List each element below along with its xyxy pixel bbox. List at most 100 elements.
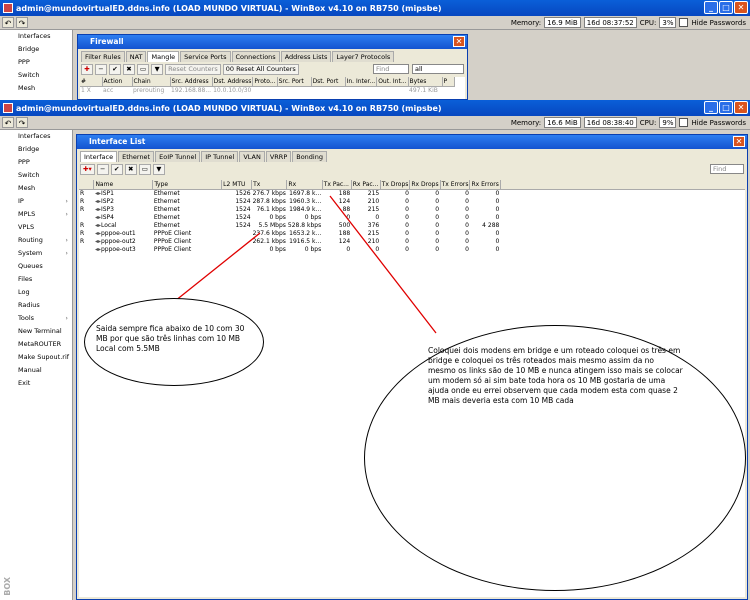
- sidebar-item-log[interactable]: Log: [0, 286, 72, 299]
- table-row[interactable]: R ◂▸pppoe-out2 PPPoE Client 262.1 kbps 1916.…: [79, 238, 745, 246]
- filter-icon[interactable]: ▼: [151, 64, 164, 75]
- hide-passwords-checkbox[interactable]: [679, 18, 689, 27]
- sidebar-item-queues[interactable]: Queues: [0, 260, 72, 273]
- filter-icon[interactable]: ▼: [152, 164, 165, 175]
- remove-icon[interactable]: −: [96, 164, 109, 175]
- undo-icon[interactable]: ↶: [2, 117, 14, 128]
- sidebar-item-switch[interactable]: Switch: [0, 69, 72, 82]
- sidebar-item-radius[interactable]: Radius: [0, 299, 72, 312]
- sidebar-item-manual[interactable]: Manual: [0, 364, 72, 377]
- sidebar-item-bridge[interactable]: Bridge: [0, 43, 72, 56]
- col-rx-packets[interactable]: Rx Pac...: [351, 180, 381, 190]
- redo-icon[interactable]: ↷: [16, 117, 28, 128]
- col-out-interface[interactable]: Out. Int...: [376, 77, 409, 87]
- comment-icon[interactable]: ▭: [138, 164, 151, 175]
- col-p[interactable]: P: [442, 77, 455, 87]
- table-row[interactable]: R ◂▸pppoe-out1 PPPoE Client 237.6 kbps 1653.…: [79, 230, 745, 238]
- interface-list-title-bar[interactable]: Interface List ✕: [77, 135, 747, 149]
- sidebar-item-interfaces[interactable]: Interfaces: [0, 30, 72, 43]
- tab-vrrp[interactable]: VRRP: [265, 151, 292, 162]
- tab-layer7-protocols[interactable]: Layer7 Protocols: [332, 51, 395, 62]
- col-dst-port[interactable]: Dst. Port: [311, 77, 346, 87]
- tab-ip-tunnel[interactable]: IP Tunnel: [201, 151, 239, 162]
- tab-address-lists[interactable]: Address Lists: [280, 51, 332, 62]
- minimize-button[interactable]: _: [704, 101, 718, 114]
- sidebar-item-exit[interactable]: Exit: [0, 377, 72, 390]
- sidebar-item-vpls[interactable]: VPLS: [0, 221, 72, 234]
- table-row[interactable]: ◂▸ISP4 Ethernet 1524 0 bps 0 bps 0 0 0 0 0 0: [79, 214, 745, 222]
- sidebar-item-mpls[interactable]: MPLS ›: [0, 208, 72, 221]
- undo-icon[interactable]: ↶: [2, 17, 14, 28]
- firewall-find-input[interactable]: Find: [373, 64, 409, 74]
- col-tx-errors[interactable]: Tx Errors: [440, 180, 471, 190]
- tab-mangle[interactable]: Mangle: [147, 51, 180, 62]
- table-row[interactable]: R ◂▸ISP3 Ethernet 1524 76.1 kbps 1984.9 k... 8…: [79, 206, 745, 214]
- sidebar-item-ppp[interactable]: PPP: [0, 56, 72, 69]
- interface-find-input[interactable]: Find: [710, 164, 744, 174]
- col-rx[interactable]: Rx: [286, 180, 323, 190]
- close-button[interactable]: ✕: [734, 1, 748, 14]
- remove-icon[interactable]: −: [95, 64, 107, 75]
- disable-icon[interactable]: ✖: [123, 64, 135, 75]
- reset-counters-button[interactable]: Reset Counters: [165, 64, 221, 75]
- tab-filter-rules[interactable]: Filter Rules: [81, 51, 125, 62]
- sidebar-item-tools[interactable]: Tools ›: [0, 312, 72, 325]
- sidebar-item-metarouter[interactable]: MetaROUTER: [0, 338, 72, 351]
- col-name[interactable]: Name: [93, 180, 154, 190]
- table-row[interactable]: R ◂▸Local Ethernet 1524 5.5 Mbps 528.8 kbps 50…: [79, 222, 745, 230]
- sidebar-item-ip[interactable]: IP ›: [0, 195, 72, 208]
- tab-interface[interactable]: Interface: [80, 151, 118, 162]
- sidebar-item-bridge[interactable]: Bridge: [0, 143, 72, 156]
- sidebar-item-mesh[interactable]: Mesh: [0, 82, 72, 95]
- col-in-interface[interactable]: In. Inter...: [345, 77, 378, 87]
- col-rx-drops[interactable]: Rx Drops: [409, 180, 441, 190]
- firewall-close-button[interactable]: ✕: [453, 36, 465, 47]
- table-row[interactable]: R ◂▸ISP2 Ethernet 1524 287.8 kbps 1960.3 k...…: [79, 198, 745, 206]
- maximize-button[interactable]: □: [719, 101, 733, 114]
- col-bytes[interactable]: Bytes: [408, 77, 443, 87]
- sidebar-item-ppp[interactable]: PPP: [0, 156, 72, 169]
- disable-icon[interactable]: ✖: [124, 164, 137, 175]
- sidebar-item-switch[interactable]: Switch: [0, 169, 72, 182]
- col-src-port[interactable]: Src. Port: [277, 77, 312, 87]
- back-title-bar[interactable]: admin@mundovirtualED.ddns.info (LOAD MUN…: [0, 0, 750, 16]
- table-row[interactable]: R ◂▸ISP1 Ethernet 1526 276.7 kbps 1697.8 k...…: [79, 189, 745, 198]
- tab-connections[interactable]: Connections: [231, 51, 280, 62]
- tab-vlan[interactable]: VLAN: [239, 151, 265, 162]
- hide-passwords-checkbox[interactable]: [679, 118, 689, 127]
- comment-icon[interactable]: ▭: [137, 64, 150, 75]
- sidebar-item-new-terminal[interactable]: New Terminal: [0, 325, 72, 338]
- col-action[interactable]: Action: [102, 77, 133, 87]
- front-title-bar[interactable]: admin@mundovirtualED.ddns.info (LOAD MUN…: [0, 100, 750, 116]
- add-icon[interactable]: ✚▾: [80, 164, 95, 175]
- enable-icon[interactable]: ✔: [109, 64, 121, 75]
- firewall-filter-select[interactable]: all: [412, 64, 464, 74]
- sidebar-item-make-supout-rif[interactable]: Make Supout.rif: [0, 351, 72, 364]
- interface-list-close-button[interactable]: ✕: [733, 136, 745, 147]
- col-rx-errors[interactable]: Rx Errors: [469, 180, 501, 190]
- col-chain[interactable]: Chain: [132, 77, 171, 87]
- sidebar-item-routing[interactable]: Routing ›: [0, 234, 72, 247]
- table-row[interactable]: 1 X acc prerouting 192.168.88... 10.0.10…: [80, 86, 454, 95]
- tab-nat[interactable]: NAT: [125, 51, 147, 62]
- col-dst-address[interactable]: Dst. Address: [212, 77, 254, 87]
- tab-ethernet[interactable]: Ethernet: [118, 151, 155, 162]
- add-icon[interactable]: ✚: [81, 64, 93, 75]
- sidebar-item-system[interactable]: System ›: [0, 247, 72, 260]
- minimize-button[interactable]: _: [704, 1, 718, 14]
- col-proto[interactable]: Proto...: [252, 77, 278, 87]
- close-button[interactable]: ✕: [734, 101, 748, 114]
- firewall-title-bar[interactable]: Firewall ✕: [78, 35, 467, 49]
- tab-eoip-tunnel[interactable]: EoIP Tunnel: [155, 151, 201, 162]
- col-src-address[interactable]: Src. Address: [170, 77, 213, 87]
- col-l2mtu[interactable]: L2 MTU: [221, 180, 253, 190]
- col-tx-drops[interactable]: Tx Drops: [380, 180, 411, 190]
- col-type[interactable]: Type: [152, 180, 223, 190]
- redo-icon[interactable]: ↷: [16, 17, 28, 28]
- sidebar-item-files[interactable]: Files: [0, 273, 72, 286]
- tab-service-ports[interactable]: Service Ports: [180, 51, 231, 62]
- tab-bonding[interactable]: Bonding: [292, 151, 327, 162]
- table-row[interactable]: ◂▸pppoe-out3 PPPoE Client 0 bps 0 bps 0 0 0 0 0 0: [79, 246, 745, 254]
- sidebar-item-mesh[interactable]: Mesh: [0, 182, 72, 195]
- col-tx[interactable]: Tx: [251, 180, 288, 190]
